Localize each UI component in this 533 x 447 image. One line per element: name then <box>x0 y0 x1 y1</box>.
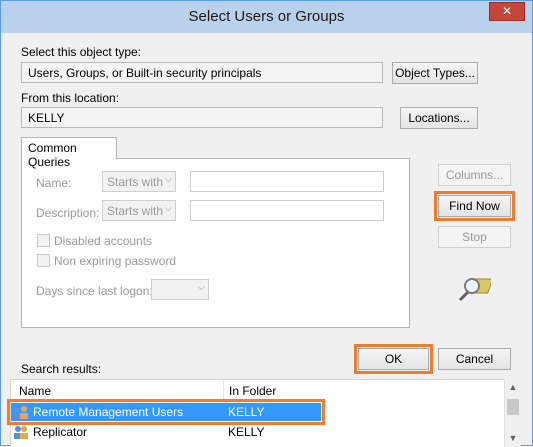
close-button[interactable]: ✕ <box>489 2 525 21</box>
results-scrollbar[interactable]: ▲ ▼ <box>504 379 521 447</box>
non-expiring-password-label: Non expiring password <box>54 254 177 268</box>
name-mode-value: Starts with <box>107 175 164 189</box>
chevron-down-icon: ⌵ <box>164 174 172 185</box>
window-title: Select Users or Groups <box>188 8 345 25</box>
ok-button[interactable]: OK <box>354 344 433 374</box>
days-since-logon-label: Days since last logon: <box>36 284 153 298</box>
description-label: Description: <box>36 206 100 220</box>
result-folder: KELLY <box>228 405 265 419</box>
chevron-down-icon: ⌵ <box>197 282 205 293</box>
description-mode-value: Starts with <box>107 204 164 218</box>
group-icon <box>14 426 28 439</box>
column-divider[interactable] <box>223 380 224 400</box>
description-input[interactable] <box>190 200 384 221</box>
locations-button[interactable]: Locations... <box>400 107 478 129</box>
chevron-down-icon: ⌵ <box>164 203 172 214</box>
location-field: KELLY <box>21 107 383 128</box>
select-users-dialog: Select Users or Groups ✕ Select this obj… <box>0 0 533 447</box>
close-icon: ✕ <box>501 4 513 18</box>
object-type-label: Select this object type: <box>21 45 142 59</box>
description-mode-select[interactable]: Starts with ⌵ <box>102 200 176 221</box>
column-header-folder[interactable]: In Folder <box>229 384 276 398</box>
disabled-accounts-checkbox[interactable] <box>37 234 50 247</box>
columns-button[interactable]: Columns... <box>438 164 511 186</box>
days-since-logon-select[interactable]: ⌵ <box>151 279 209 300</box>
result-name: Remote Management Users <box>33 405 184 419</box>
scroll-thumb[interactable] <box>507 399 519 415</box>
title-bar[interactable]: Select Users or Groups ✕ <box>1 1 532 33</box>
results-header: Name In Folder <box>10 379 521 401</box>
non-expiring-password-checkbox[interactable] <box>37 254 50 267</box>
scroll-up-icon[interactable]: ▲ <box>505 379 521 396</box>
location-label: From this location: <box>21 91 120 105</box>
common-queries-panel: Name: Starts with ⌵ Description: Starts … <box>21 158 410 328</box>
search-icon <box>458 278 491 302</box>
result-row[interactable]: Remote Management Users KELLY <box>7 399 325 425</box>
tab-common-queries[interactable]: Common Queries <box>21 137 117 169</box>
name-mode-select[interactable]: Starts with ⌵ <box>102 171 176 192</box>
scroll-down-icon[interactable]: ▼ <box>505 430 521 447</box>
object-types-button[interactable]: Object Types... <box>392 62 478 84</box>
stop-button[interactable]: Stop <box>438 226 511 248</box>
name-label: Name: <box>36 176 72 190</box>
search-results-label: Search results: <box>21 362 102 376</box>
result-row[interactable]: Replicator KELLY <box>11 423 321 441</box>
cancel-button[interactable]: Cancel <box>438 348 511 370</box>
column-header-name[interactable]: Name <box>19 384 51 398</box>
results-list: Remote Management Users KELLY Replicator… <box>7 399 505 447</box>
disabled-accounts-label: Disabled accounts <box>54 234 153 248</box>
result-folder: KELLY <box>228 425 265 439</box>
result-name: Replicator <box>33 425 88 439</box>
find-now-button[interactable]: Find Now <box>434 191 515 221</box>
object-type-field: Users, Groups, or Built-in security prin… <box>21 62 383 83</box>
group-icon <box>14 406 28 419</box>
name-input[interactable] <box>190 171 384 192</box>
